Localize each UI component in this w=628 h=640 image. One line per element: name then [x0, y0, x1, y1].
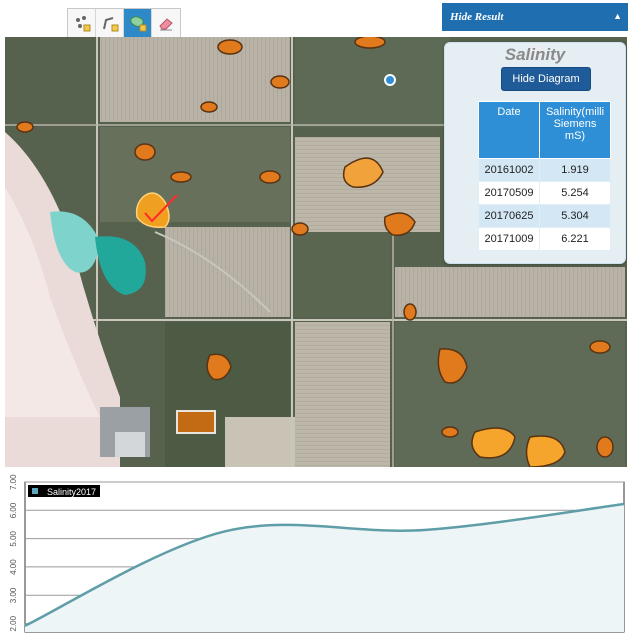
salinity-cell: 5.254	[539, 181, 611, 205]
polyline-icon	[102, 17, 118, 32]
legend-label: Salinity2017	[47, 487, 96, 497]
date-cell: 20171009	[478, 227, 540, 251]
polygon-icon	[129, 16, 146, 32]
date-cell: 20161002	[478, 158, 540, 182]
salinity-chart-svg: 2.00 3.00 4.00 5.00 6.00 7.00 Salinity2017	[9, 474, 625, 633]
y-tick-label: 6.00	[9, 502, 18, 518]
panel-title: Salinity	[504, 45, 566, 64]
table-row: 20161002 1.919	[478, 158, 611, 182]
eraser-icon	[159, 18, 173, 31]
y-tick-label: 2.00	[9, 615, 18, 631]
salinity-cell: 6.221	[539, 227, 611, 251]
salinity-table: Date Salinity(milli Siemens mS) 20161002…	[478, 101, 611, 251]
table-row: 20170625 5.304	[478, 204, 611, 228]
y-tick-label: 3.00	[9, 587, 18, 603]
y-tick-label: 4.00	[9, 559, 18, 575]
salinity-cell: 5.304	[539, 204, 611, 228]
caret-up-icon: ▲	[613, 11, 622, 21]
draw-line-tool[interactable]	[96, 9, 124, 37]
date-cell: 20170625	[478, 204, 540, 228]
draw-toolbar	[67, 8, 181, 38]
hide-result-toggle[interactable]: Hide Result ▲	[442, 3, 628, 31]
point-marker-icon	[75, 16, 90, 32]
hide-result-label: Hide Result	[450, 11, 504, 23]
chart-legend: Salinity2017	[28, 485, 100, 497]
column-header-date: Date	[478, 101, 540, 159]
table-row: 20171009 6.221	[478, 227, 611, 251]
draw-polygon-tool[interactable]	[124, 9, 152, 37]
erase-tool[interactable]	[152, 9, 180, 37]
hide-diagram-button[interactable]: Hide Diagram	[501, 67, 591, 91]
salinity-chart: 2.00 3.00 4.00 5.00 6.00 7.00 Salinity2017	[0, 470, 628, 635]
salinity-cell: 1.919	[539, 158, 611, 182]
date-cell: 20170509	[478, 181, 540, 205]
y-tick-label: 7.00	[9, 474, 18, 490]
point-tool[interactable]	[68, 9, 96, 37]
salinity-panel: Salinity Hide Diagram Date Salinity(mill…	[444, 42, 626, 264]
legend-swatch	[32, 488, 38, 494]
y-tick-label: 5.00	[9, 530, 18, 546]
table-row: 20170509 5.254	[478, 181, 611, 205]
column-header-salinity: Salinity(milli Siemens mS)	[539, 101, 611, 159]
